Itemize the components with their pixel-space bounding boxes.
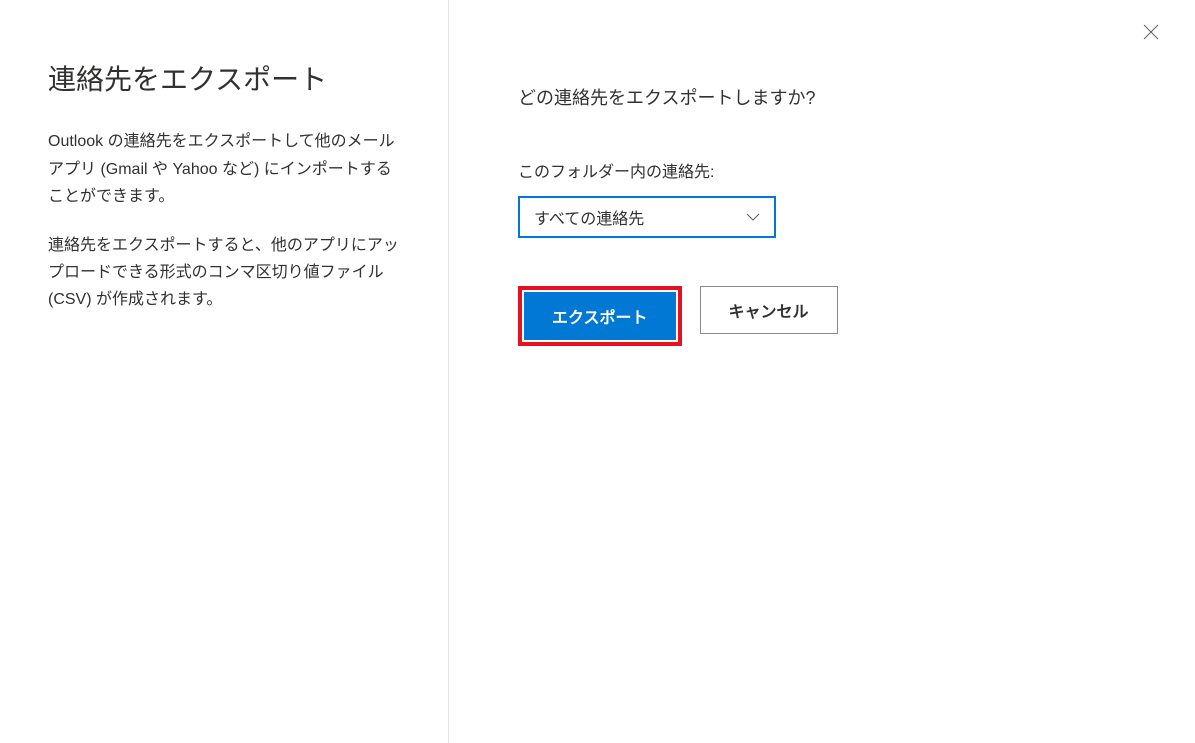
folder-dropdown[interactable]: すべての連絡先	[518, 196, 776, 238]
export-button-highlight: エクスポート	[518, 286, 682, 346]
close-button[interactable]	[1135, 18, 1167, 50]
cancel-button[interactable]: キャンセル	[700, 286, 838, 334]
close-icon	[1143, 24, 1159, 45]
right-form-pane: どの連絡先をエクスポートしますか? このフォルダー内の連絡先: すべての連絡先 …	[450, 0, 1195, 743]
description-paragraph-2: 連絡先をエクスポートすると、他のアプリにアップロードできる形式のコンマ区切り値フ…	[48, 232, 401, 314]
chevron-down-icon	[746, 210, 760, 224]
page-title: 連絡先をエクスポート	[48, 62, 401, 98]
folder-field-label: このフォルダー内の連絡先:	[518, 158, 1147, 182]
export-button[interactable]: エクスポート	[524, 292, 676, 340]
dropdown-selected-text: すべての連絡先	[534, 205, 644, 229]
button-row: エクスポート キャンセル	[518, 286, 1147, 346]
left-info-pane: 連絡先をエクスポート Outlook の連絡先をエクスポートして他のメール アプ…	[0, 0, 450, 743]
pane-divider	[448, 0, 449, 743]
export-prompt: どの連絡先をエクスポートしますか?	[518, 84, 1147, 110]
description-paragraph-1: Outlook の連絡先をエクスポートして他のメール アプリ (Gmail や …	[48, 128, 401, 210]
